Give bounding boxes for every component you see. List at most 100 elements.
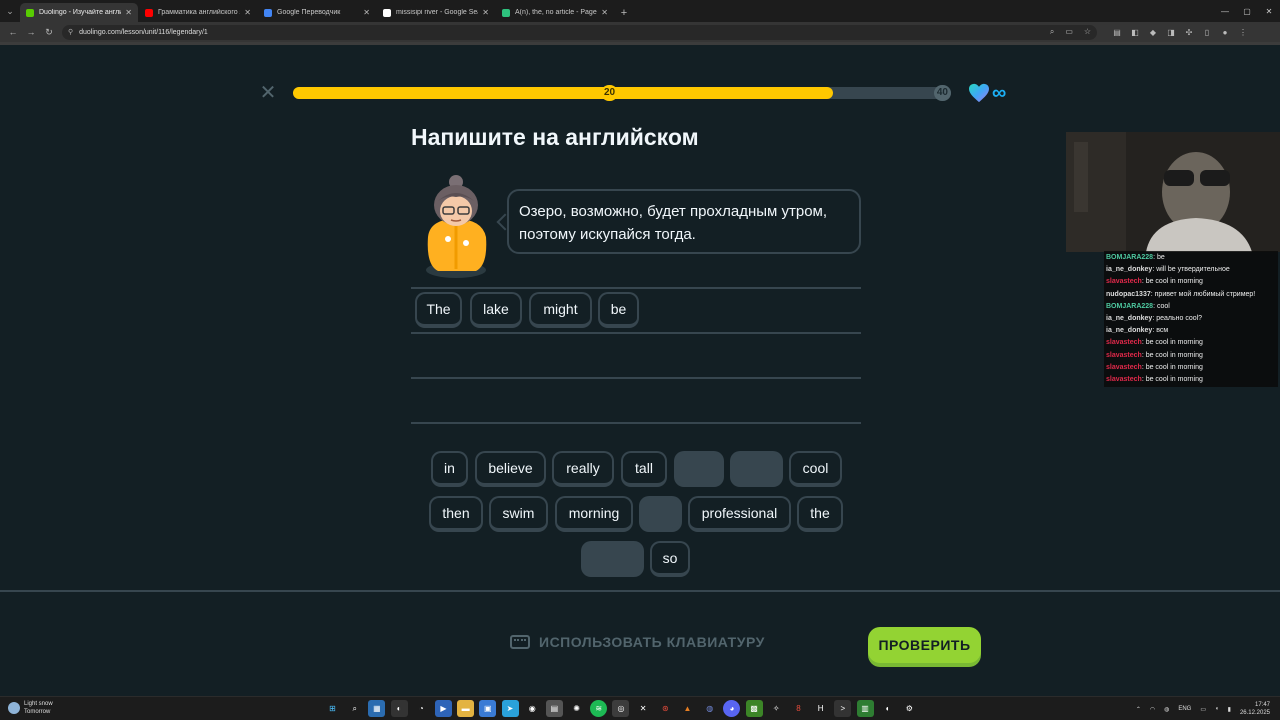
cast-icon[interactable]: ▭ bbox=[1065, 27, 1073, 36]
word-bank-tile[interactable]: professional bbox=[688, 496, 791, 532]
tab-close-icon[interactable]: ✕ bbox=[363, 8, 370, 17]
reload-icon[interactable]: ↻ bbox=[40, 23, 58, 41]
minimize-icon[interactable]: — bbox=[1214, 0, 1236, 22]
chatgpt-icon[interactable]: ✺ bbox=[568, 700, 585, 717]
word-bank-tile[interactable]: cool bbox=[789, 451, 842, 487]
word-bank-tile[interactable]: so bbox=[650, 541, 690, 577]
network-icon[interactable]: ▭ bbox=[1200, 706, 1206, 713]
check-button[interactable]: ПРОВЕРИТЬ bbox=[868, 627, 981, 663]
app-icon-7[interactable]: ⊛ bbox=[657, 700, 674, 717]
app-icon-10[interactable]: ✧ bbox=[768, 700, 785, 717]
app-icon-1[interactable]: ◐ bbox=[390, 700, 408, 717]
tab-close-icon[interactable]: ✕ bbox=[482, 8, 489, 17]
steam-icon[interactable]: ◉ bbox=[524, 700, 541, 717]
close-window-icon[interactable]: ✕ bbox=[1258, 0, 1280, 22]
browser-tab[interactable]: Грамматика английского язы ✕ bbox=[139, 3, 257, 22]
chat-message: slavastech: be cool in morning bbox=[1106, 362, 1276, 374]
browser-tab[interactable]: A(n), the, no article - Page 3 of ✕ bbox=[496, 3, 614, 22]
chat-username: slavastech bbox=[1106, 278, 1142, 286]
answer-tile[interactable]: lake bbox=[470, 292, 522, 328]
extensions-puzzle-icon[interactable]: ✣ bbox=[1181, 24, 1197, 40]
word-bank-tile[interactable]: morning bbox=[555, 496, 633, 532]
extension-icon-4[interactable]: ◨ bbox=[1163, 24, 1179, 40]
search-icon[interactable]: ⌕ bbox=[346, 700, 363, 717]
new-tab-button[interactable]: + bbox=[615, 3, 633, 22]
app-icon-5[interactable]: ▤ bbox=[545, 700, 563, 717]
tab-close-icon[interactable]: ✕ bbox=[125, 8, 132, 17]
use-keyboard-button[interactable]: ИСПОЛЬЗОВАТЬ КЛАВИАТУРУ bbox=[510, 634, 765, 650]
app-icon-4[interactable]: ▣ bbox=[479, 700, 497, 717]
answer-line-1 bbox=[411, 287, 861, 289]
back-icon[interactable]: ← bbox=[4, 23, 22, 41]
chat-text: be cool in morning bbox=[1145, 376, 1203, 384]
chat-username: slavastech bbox=[1106, 376, 1142, 384]
spotify-icon[interactable]: ≋ bbox=[590, 700, 608, 717]
extension-icon-2[interactable]: ◧ bbox=[1127, 24, 1143, 40]
app-icon-13[interactable]: ▥ bbox=[856, 700, 874, 717]
browser-tab[interactable]: Google Переводчик ✕ bbox=[258, 3, 376, 22]
extension-icon-3[interactable]: ◆ bbox=[1145, 24, 1161, 40]
word-bank-tile[interactable]: in bbox=[431, 451, 468, 487]
progress-milestone-current: 20 bbox=[601, 85, 619, 101]
language-indicator[interactable]: ENG bbox=[1178, 706, 1191, 712]
app-icon-12[interactable]: H bbox=[812, 700, 829, 717]
site-info-icon[interactable]: ⚲ bbox=[68, 28, 73, 36]
app-icon-8[interactable]: ▲ bbox=[679, 700, 696, 717]
word-bank-tile[interactable]: swim bbox=[489, 496, 548, 532]
url-field[interactable]: ⚲ duolingo.com/lesson/unit/116/legendary… bbox=[62, 24, 1097, 40]
chat-message: ia_ne_donkey: реально cool? bbox=[1106, 313, 1276, 325]
bookmark-star-icon[interactable]: ☆ bbox=[1084, 27, 1091, 36]
volume-icon[interactable]: ◖ bbox=[1215, 706, 1219, 712]
word-bank-tile[interactable]: believe bbox=[475, 451, 546, 487]
sidepanel-icon[interactable]: ▯ bbox=[1199, 24, 1215, 40]
profile-avatar-icon[interactable]: ● bbox=[1217, 24, 1233, 40]
app-icon-3[interactable]: ▶ bbox=[434, 700, 452, 717]
hearts-counter[interactable]: ∞ bbox=[968, 83, 1006, 103]
answer-tile[interactable]: might bbox=[529, 292, 592, 328]
word-bank-tile[interactable]: really bbox=[552, 451, 614, 487]
maximize-icon[interactable]: ▢ bbox=[1236, 0, 1258, 22]
tab-close-icon[interactable]: ✕ bbox=[601, 8, 608, 17]
start-windows-icon[interactable]: ⊞ bbox=[324, 700, 341, 717]
close-lesson-icon[interactable]: ✕ bbox=[259, 83, 277, 103]
zoom-icon[interactable]: ⌕ bbox=[1050, 27, 1054, 36]
tab-search-icon[interactable]: ⌄ bbox=[0, 0, 20, 22]
discord-icon[interactable]: ◕ bbox=[723, 700, 741, 717]
chrome-icon[interactable]: ◎ bbox=[612, 700, 630, 717]
wifi-icon[interactable]: ◠ bbox=[1150, 706, 1155, 713]
progress-fill bbox=[293, 87, 833, 99]
clock[interactable]: 17:47 26.12.2025 bbox=[1240, 701, 1270, 717]
browser-tab[interactable]: Duolingo - Изучайте английск✕ bbox=[20, 3, 138, 22]
word-bank-tile[interactable]: the bbox=[797, 496, 843, 532]
word-bank-tile[interactable]: tall bbox=[621, 451, 667, 487]
tray-overflow-icon[interactable]: ⌃ bbox=[1136, 706, 1141, 713]
app-icon-9[interactable]: ◍ bbox=[701, 700, 718, 717]
terminal-icon[interactable]: > bbox=[834, 700, 852, 717]
app-icon-6[interactable]: ✕ bbox=[635, 700, 652, 717]
file-explorer-icon[interactable]: ▬ bbox=[457, 700, 475, 717]
widgets-icon[interactable]: ▦ bbox=[368, 700, 386, 717]
chat-message: slavastech: be cool in morning bbox=[1106, 337, 1276, 349]
app-icon-14[interactable]: ◖ bbox=[879, 700, 896, 717]
answer-tile[interactable]: The bbox=[415, 292, 462, 328]
word-bank-tile[interactable]: then bbox=[429, 496, 483, 532]
telegram-icon[interactable]: ➤ bbox=[501, 700, 519, 717]
mic-icon[interactable]: ◍ bbox=[1164, 706, 1169, 713]
settings-icon[interactable]: ⚙ bbox=[901, 700, 918, 717]
browser-menu-icon[interactable]: ⋮ bbox=[1235, 24, 1251, 40]
extension-icon-1[interactable]: ▤ bbox=[1109, 24, 1125, 40]
minecraft-icon[interactable]: ▩ bbox=[745, 700, 763, 717]
forward-icon[interactable]: → bbox=[22, 23, 40, 41]
chat-username: ia_ne_donkey bbox=[1106, 266, 1153, 274]
battery-icon[interactable]: ▮ bbox=[1228, 706, 1231, 713]
answer-line-4 bbox=[411, 422, 861, 424]
app-icon-11[interactable]: 8 bbox=[790, 700, 807, 717]
answer-tile[interactable]: be bbox=[598, 292, 639, 328]
tab-close-icon[interactable]: ✕ bbox=[244, 8, 251, 17]
word-bank-used-slot bbox=[581, 541, 644, 577]
weather-widget[interactable]: Light snow Tomorrow bbox=[8, 700, 53, 716]
app-icon-2[interactable]: ◔ bbox=[413, 700, 430, 717]
chat-username: slavastech bbox=[1106, 363, 1142, 371]
chat-text: be cool in morning bbox=[1145, 278, 1203, 286]
browser-tab[interactable]: missisipi river - Google Search ✕ bbox=[377, 3, 495, 22]
